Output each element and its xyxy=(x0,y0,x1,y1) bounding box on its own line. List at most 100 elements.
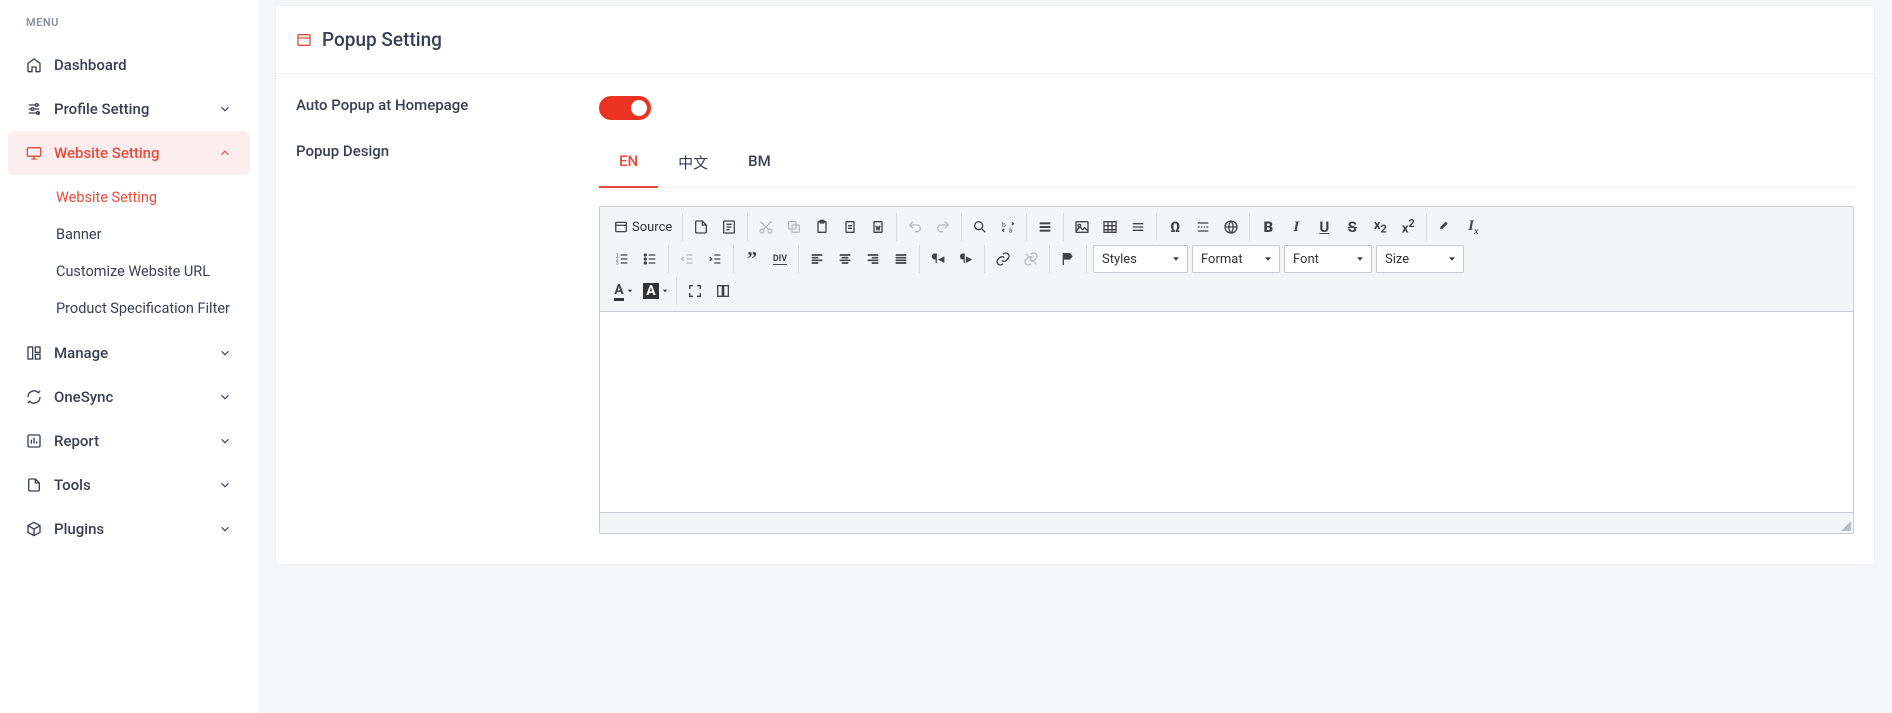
indent-button[interactable] xyxy=(701,245,729,273)
chevron-down-icon xyxy=(218,102,232,116)
link-button[interactable] xyxy=(989,245,1017,273)
sidebar-item-tools[interactable]: Tools xyxy=(8,463,250,507)
numbered-list-button[interactable]: 123 xyxy=(608,245,636,273)
paste-text-button[interactable] xyxy=(836,213,864,241)
bg-color-button[interactable]: A xyxy=(640,277,672,305)
table-button[interactable] xyxy=(1096,213,1124,241)
outdent-button[interactable] xyxy=(673,245,701,273)
image-button[interactable] xyxy=(1068,213,1096,241)
find-button[interactable] xyxy=(966,213,994,241)
show-blocks-button[interactable] xyxy=(709,277,737,305)
sidebar-item-dashboard[interactable]: Dashboard xyxy=(8,43,250,87)
hr-button[interactable] xyxy=(1124,213,1152,241)
svg-text:à: à xyxy=(1009,226,1013,234)
source-button[interactable]: Source xyxy=(608,213,678,241)
sidebar-item-report[interactable]: Report xyxy=(8,419,250,463)
sidebar-item-label: Manage xyxy=(54,344,108,362)
undo-button[interactable] xyxy=(901,213,929,241)
source-label: Source xyxy=(632,220,672,235)
align-right-button[interactable] xyxy=(859,245,887,273)
tab-zh[interactable]: 中文 xyxy=(658,142,728,187)
paste-word-button[interactable] xyxy=(864,213,892,241)
auto-popup-toggle[interactable] xyxy=(599,96,651,120)
popup-design-row: Popup Design EN 中文 BM xyxy=(276,120,1874,188)
sidebar-item-label: Tools xyxy=(54,476,91,494)
copy-button[interactable] xyxy=(780,213,808,241)
blockquote-button[interactable]: ” xyxy=(738,245,766,273)
sub-item-banner[interactable]: Banner xyxy=(8,216,250,253)
sidebar-item-website-setting[interactable]: Website Setting xyxy=(8,131,250,175)
cut-button[interactable] xyxy=(752,213,780,241)
redo-button[interactable] xyxy=(929,213,957,241)
main-content: Popup Setting Auto Popup at Homepage Pop… xyxy=(258,0,1892,713)
replace-button[interactable]: bà xyxy=(994,213,1022,241)
sidebar-item-profile-setting[interactable]: Profile Setting xyxy=(8,87,250,131)
paste-button[interactable] xyxy=(808,213,836,241)
div-button[interactable]: DIV xyxy=(766,245,794,273)
sync-icon xyxy=(26,389,42,405)
styles-select[interactable]: Styles xyxy=(1093,245,1188,273)
subscript-button[interactable]: x2 xyxy=(1366,213,1394,241)
auto-popup-row: Auto Popup at Homepage xyxy=(276,74,1874,120)
new-page-button[interactable] xyxy=(687,213,715,241)
editor-body[interactable] xyxy=(600,312,1853,512)
chevron-down-icon xyxy=(218,346,232,360)
size-select[interactable]: Size xyxy=(1376,245,1464,273)
layout-icon xyxy=(26,345,42,361)
special-char-button[interactable]: Ω xyxy=(1161,213,1189,241)
chevron-up-icon xyxy=(218,146,232,160)
sliders-icon xyxy=(26,101,42,117)
remove-format-button[interactable]: Ix xyxy=(1459,213,1487,241)
italic-button[interactable]: I xyxy=(1282,213,1310,241)
bold-button[interactable]: B xyxy=(1254,213,1282,241)
sidebar-item-manage[interactable]: Manage xyxy=(8,331,250,375)
styles-select-label: Styles xyxy=(1102,252,1137,267)
rtl-button[interactable]: ¶▸ xyxy=(952,245,980,273)
sidebar-item-label: Plugins xyxy=(54,520,104,538)
popup-design-label: Popup Design xyxy=(296,142,599,160)
maximize-button[interactable] xyxy=(681,277,709,305)
underline-button[interactable]: U xyxy=(1310,213,1338,241)
editor-footer xyxy=(600,512,1853,533)
chevron-down-icon xyxy=(218,434,232,448)
superscript-button[interactable]: x2 xyxy=(1394,213,1422,241)
monitor-icon xyxy=(26,145,42,161)
sub-item-product-spec-filter[interactable]: Product Specification Filter xyxy=(8,290,250,327)
format-select-label: Format xyxy=(1201,252,1243,267)
select-all-button[interactable] xyxy=(1031,213,1059,241)
unlink-button[interactable] xyxy=(1017,245,1045,273)
align-left-button[interactable] xyxy=(803,245,831,273)
font-select[interactable]: Font xyxy=(1284,245,1372,273)
tab-bm[interactable]: BM xyxy=(728,142,791,187)
text-color-button[interactable]: A xyxy=(608,277,640,305)
sidebar-item-onesync[interactable]: OneSync xyxy=(8,375,250,419)
sidebar-item-label: Dashboard xyxy=(54,56,127,74)
align-justify-button[interactable] xyxy=(887,245,915,273)
sub-item-website-setting[interactable]: Website Setting xyxy=(8,179,250,216)
sidebar-item-label: OneSync xyxy=(54,388,113,406)
sidebar-item-label: Profile Setting xyxy=(54,100,149,118)
strike-button[interactable]: S xyxy=(1338,213,1366,241)
bullet-list-button[interactable] xyxy=(636,245,664,273)
size-select-label: Size xyxy=(1385,252,1409,267)
sidebar-item-plugins[interactable]: Plugins xyxy=(8,507,250,551)
copy-format-button[interactable] xyxy=(1431,213,1459,241)
language-tabs: EN 中文 BM xyxy=(599,142,1854,188)
ltr-button[interactable]: ¶◂ xyxy=(924,245,952,273)
align-center-button[interactable] xyxy=(831,245,859,273)
window-icon xyxy=(296,32,312,48)
anchor-button[interactable] xyxy=(1054,245,1082,273)
iframe-button[interactable] xyxy=(1217,213,1245,241)
page-break-button[interactable] xyxy=(1189,213,1217,241)
card-header: Popup Setting xyxy=(276,6,1874,74)
sidebar: MENU Dashboard Profile Setting Website S… xyxy=(0,0,258,713)
chevron-down-icon xyxy=(218,522,232,536)
sub-item-customize-url[interactable]: Customize Website URL xyxy=(8,253,250,290)
format-select[interactable]: Format xyxy=(1192,245,1280,273)
menu-header: MENU xyxy=(8,12,250,43)
sidebar-item-label: Website Setting xyxy=(54,144,160,162)
package-icon xyxy=(26,521,42,537)
tab-en[interactable]: EN xyxy=(599,142,658,187)
resize-handle[interactable] xyxy=(1841,521,1851,531)
templates-button[interactable] xyxy=(715,213,743,241)
